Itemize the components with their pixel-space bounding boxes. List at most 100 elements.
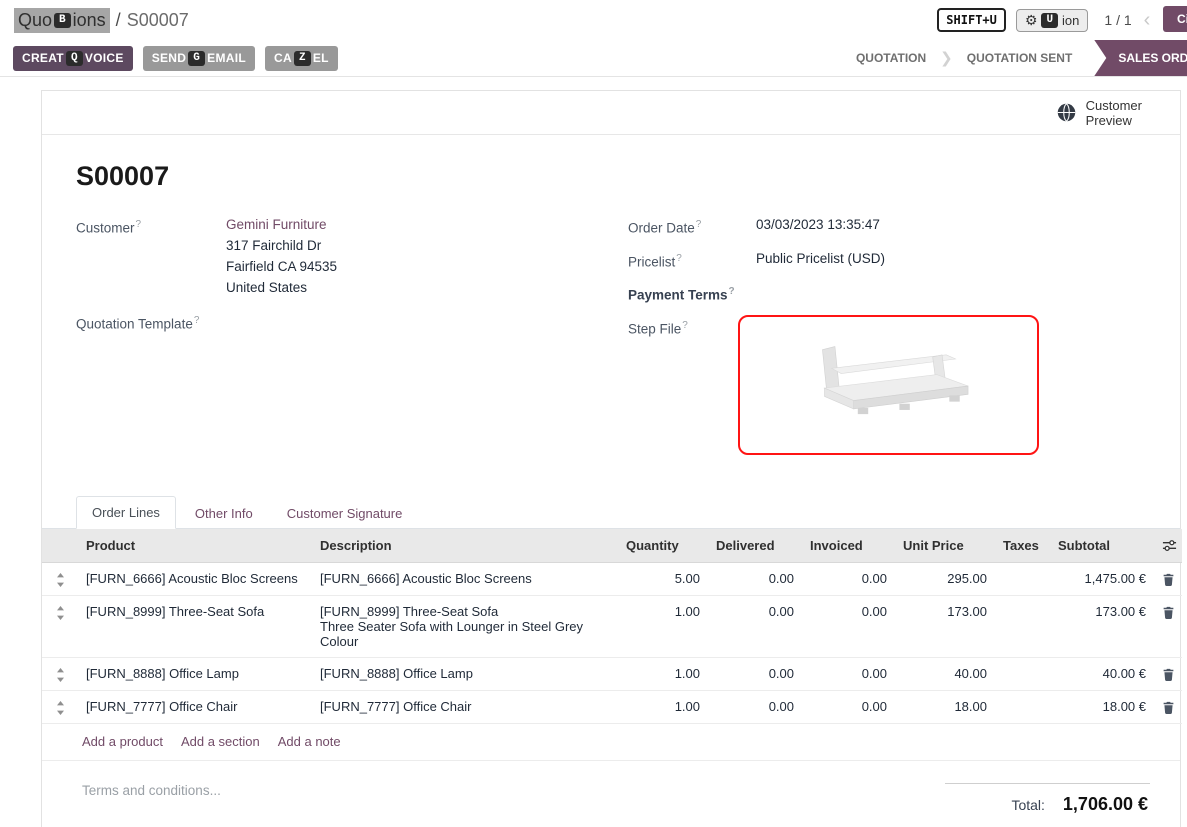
action-menu-button[interactable]: ⚙ U ion [1016, 9, 1089, 32]
stage-quotation-sent[interactable]: QUOTATION SENT [953, 51, 1087, 65]
unit-price-cell[interactable]: 40.00 [895, 657, 995, 690]
total-value: 1,706.00 € [1063, 794, 1148, 815]
drag-handle-icon[interactable] [42, 562, 78, 595]
send-email-label-pre: SEND [152, 51, 187, 65]
breadcrumb-quotations[interactable]: Quo B ions [14, 8, 110, 33]
pager-previous-icon[interactable]: ‹ [1142, 10, 1153, 30]
quantity-cell[interactable]: 1.00 [618, 595, 708, 657]
add-a-note-link[interactable]: Add a note [278, 734, 341, 749]
taxes-cell[interactable] [995, 562, 1050, 595]
trash-icon [1162, 668, 1175, 681]
create-invoice-button[interactable]: CREAT Q VOICE [13, 46, 133, 71]
subtotal-cell: 18.00 € [1050, 690, 1154, 723]
tab-order-lines[interactable]: Order Lines [76, 496, 176, 529]
drag-handle-icon[interactable] [42, 657, 78, 690]
form-sheet: Customer Preview S00007 Customer? Gemini… [41, 90, 1181, 827]
delete-row-button[interactable] [1154, 595, 1182, 657]
taxes-column-header[interactable]: Taxes [995, 529, 1050, 563]
tab-customer-signature[interactable]: Customer Signature [272, 498, 418, 529]
subtotal-column-header[interactable]: Subtotal [1050, 529, 1154, 563]
add-a-section-link[interactable]: Add a section [181, 734, 260, 749]
form-fields: Customer? Gemini Furniture 317 Fairchild… [42, 192, 1180, 464]
table-row[interactable]: [FURN_8999] Three-Seat Sofa [FURN_8999] … [42, 595, 1182, 657]
quantity-cell[interactable]: 1.00 [618, 690, 708, 723]
taxes-cell[interactable] [995, 690, 1050, 723]
help-icon: ? [696, 219, 702, 230]
description-cell[interactable]: [FURN_8888] Office Lamp [312, 657, 618, 690]
corner-create-button[interactable]: Ci [1163, 6, 1187, 32]
payment-terms-label: Payment Terms? [628, 281, 756, 306]
action-buttons: CREAT Q VOICE SEND G EMAIL CA Z EL [0, 40, 338, 76]
field-pricelist: Pricelist? Public Pricelist (USD) [628, 248, 1148, 273]
unit-price-cell[interactable]: 173.00 [895, 595, 995, 657]
product-cell[interactable]: [FURN_8999] Three-Seat Sofa [78, 595, 312, 657]
totals-block: Total: 1,706.00 € [945, 783, 1150, 815]
handle-column-header [42, 529, 78, 563]
invoiced-cell[interactable]: 0.00 [802, 562, 895, 595]
table-row[interactable]: [FURN_8888] Office Lamp [FURN_8888] Offi… [42, 657, 1182, 690]
delete-row-button[interactable] [1154, 657, 1182, 690]
order-date-value[interactable]: 03/03/2023 13:35:47 [756, 214, 880, 239]
unit-price-cell[interactable]: 18.00 [895, 690, 995, 723]
unit-price-column-header[interactable]: Unit Price [895, 529, 995, 563]
quantity-cell[interactable]: 1.00 [618, 657, 708, 690]
stage-quotation[interactable]: QUOTATION [842, 51, 940, 65]
description-cell[interactable]: [FURN_8999] Three-Seat Sofa Three Seater… [312, 595, 618, 657]
terms-and-conditions-input[interactable]: Terms and conditions... [82, 783, 221, 815]
table-row[interactable]: [FURN_7777] Office Chair [FURN_7777] Off… [42, 690, 1182, 723]
invoiced-cell[interactable]: 0.00 [802, 690, 895, 723]
pricelist-value[interactable]: Public Pricelist (USD) [756, 248, 885, 273]
quantity-cell[interactable]: 5.00 [618, 562, 708, 595]
product-cell[interactable]: [FURN_8888] Office Lamp [78, 657, 312, 690]
delivered-cell[interactable]: 0.00 [708, 690, 802, 723]
product-cell[interactable]: [FURN_6666] Acoustic Bloc Screens [78, 562, 312, 595]
drag-handle-icon[interactable] [42, 595, 78, 657]
description-column-header[interactable]: Description [312, 529, 618, 563]
optional-columns-button[interactable] [1154, 529, 1182, 563]
description-cell[interactable]: [FURN_7777] Office Chair [312, 690, 618, 723]
invoiced-column-header[interactable]: Invoiced [802, 529, 895, 563]
table-row[interactable]: [FURN_6666] Acoustic Bloc Screens [FURN_… [42, 562, 1182, 595]
cancel-button[interactable]: CA Z EL [265, 46, 338, 71]
delete-row-button[interactable] [1154, 562, 1182, 595]
sheet-footer: Terms and conditions... Total: 1,706.00 … [42, 761, 1180, 815]
unit-price-cell[interactable]: 295.00 [895, 562, 995, 595]
delete-row-button[interactable] [1154, 690, 1182, 723]
delivered-column-header[interactable]: Delivered [708, 529, 802, 563]
taxes-cell[interactable] [995, 595, 1050, 657]
drag-handle-icon[interactable] [42, 690, 78, 723]
tab-other-info[interactable]: Other Info [180, 498, 268, 529]
customer-link[interactable]: Gemini Furniture [226, 217, 327, 232]
send-email-label-post: EMAIL [207, 51, 246, 65]
add-a-product-link[interactable]: Add a product [82, 734, 163, 749]
help-icon: ? [676, 253, 682, 264]
help-icon: ? [682, 320, 688, 331]
taxes-cell[interactable] [995, 657, 1050, 690]
sliders-icon [1162, 538, 1177, 553]
breadcrumb-parent-post: ions [73, 10, 106, 31]
product-cell[interactable]: [FURN_7777] Office Chair [78, 690, 312, 723]
subtotal-cell: 1,475.00 € [1050, 562, 1154, 595]
delivered-cell[interactable]: 0.00 [708, 562, 802, 595]
step-file-label: Step File? [628, 315, 738, 455]
invoiced-cell[interactable]: 0.00 [802, 657, 895, 690]
invoiced-cell[interactable]: 0.00 [802, 595, 895, 657]
send-email-button[interactable]: SEND G EMAIL [143, 46, 255, 71]
trash-icon [1162, 701, 1175, 714]
help-icon: ? [136, 219, 142, 230]
shortcut-hint-badge: Q [66, 51, 83, 66]
field-quotation-template: Quotation Template? [76, 310, 612, 335]
product-column-header[interactable]: Product [78, 529, 312, 563]
quantity-column-header[interactable]: Quantity [618, 529, 708, 563]
globe-icon [1056, 102, 1077, 123]
sheet-top-strip: Customer Preview [42, 91, 1180, 135]
trash-icon [1162, 606, 1175, 619]
stage-sales-order-active[interactable]: SALES ORDER [1094, 40, 1187, 76]
delivered-cell[interactable]: 0.00 [708, 657, 802, 690]
description-cell[interactable]: [FURN_6666] Acoustic Bloc Screens [312, 562, 618, 595]
statusbar: QUOTATION ❯ QUOTATION SENT SALES ORDER [842, 40, 1187, 76]
delivered-cell[interactable]: 0.00 [708, 595, 802, 657]
customer-preview-button[interactable]: Customer Preview [1056, 98, 1142, 128]
step-file-3d-render [774, 333, 1004, 437]
step-file-image-widget[interactable] [738, 315, 1039, 455]
